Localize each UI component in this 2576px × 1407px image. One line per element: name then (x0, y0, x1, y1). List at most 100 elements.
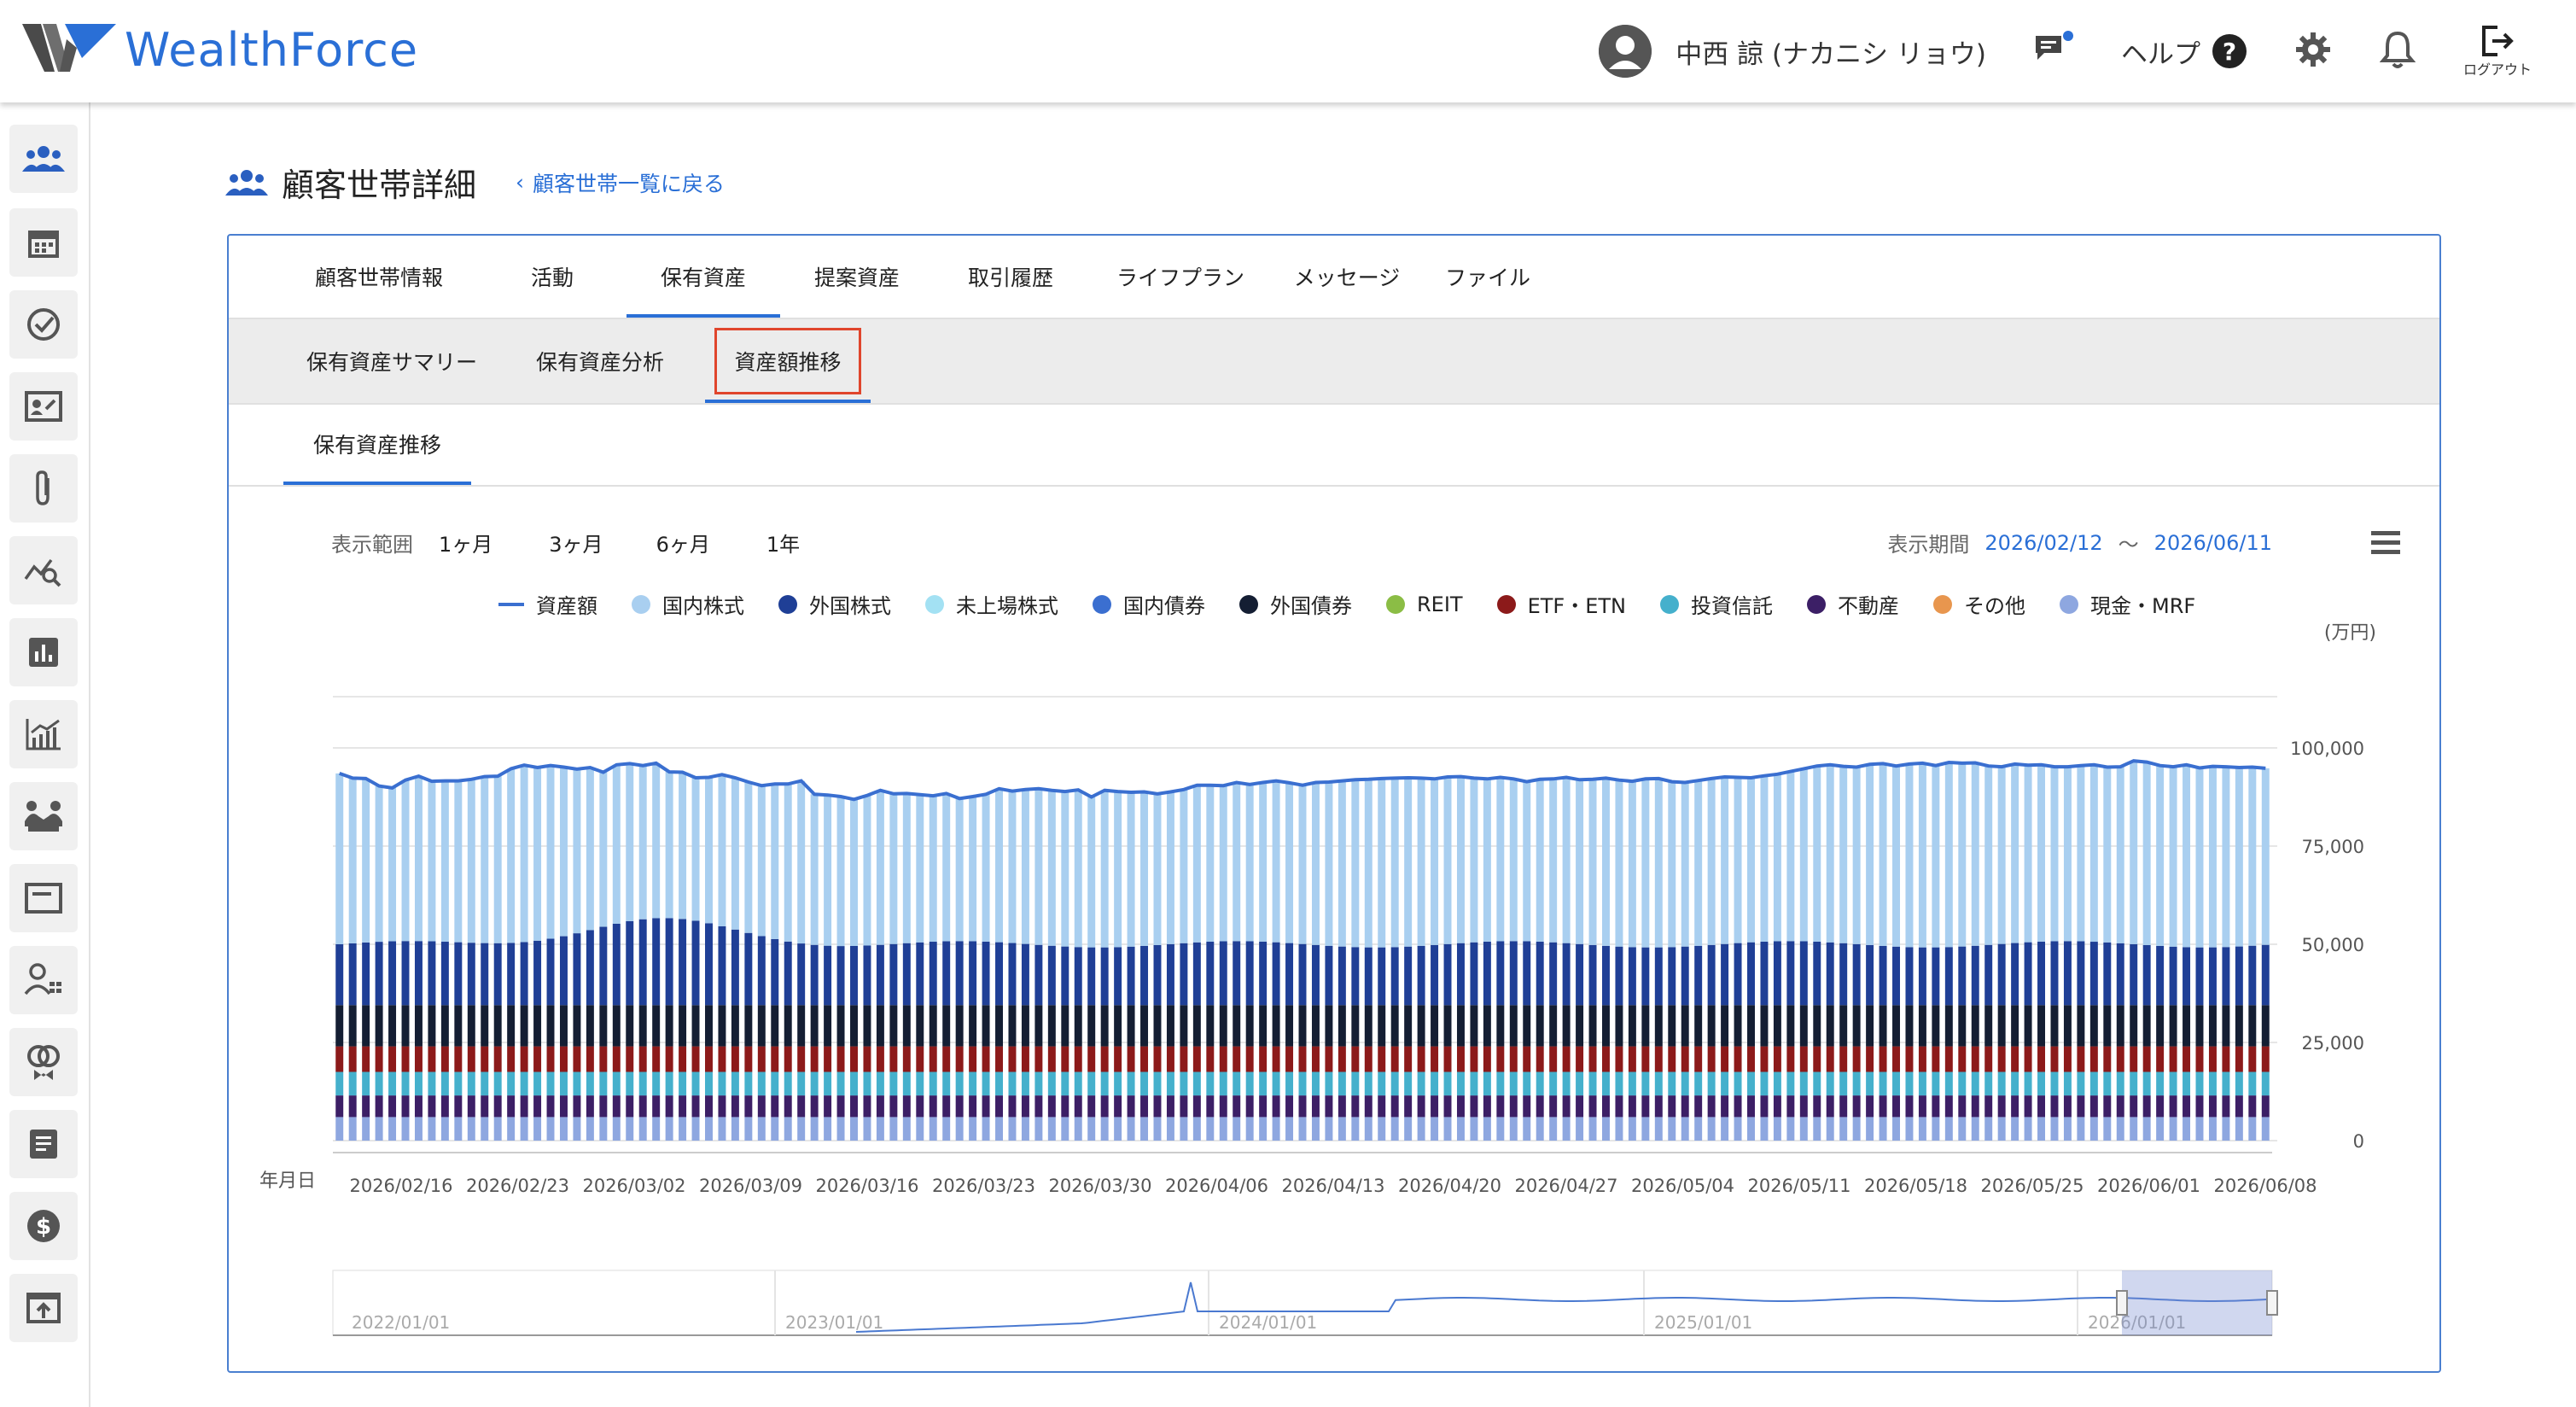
bar-segment-foreign-stock (2077, 941, 2085, 1006)
bar-segment-cash (1799, 1117, 1808, 1141)
bar-segment-foreign-stock (1311, 944, 1320, 1006)
bar-segment-foreign-bond (1866, 1005, 1874, 1047)
bar-segment-investment-trust (1826, 1071, 1834, 1096)
bar-segment-etf (2235, 1046, 2243, 1072)
bar-segment-domestic-stock (388, 787, 397, 942)
tab-files[interactable]: ファイル (1424, 236, 1552, 318)
bar-segment-investment-trust (481, 1071, 489, 1096)
bar-segment-real-estate (1602, 1095, 1610, 1118)
sidebar-item-tasks[interactable] (9, 290, 78, 359)
app-logo[interactable]: WealthForce (22, 19, 418, 80)
sidebar-item-reports[interactable] (9, 618, 78, 686)
back-to-list-link[interactable]: ‹ 顧客世帯一覧に戻る (516, 167, 725, 198)
sidebar-item-billing[interactable]: $ (9, 1192, 78, 1260)
bar-segment-cash (428, 1117, 436, 1141)
tab-holdings[interactable]: 保有資産 (627, 236, 780, 318)
bar-segment-foreign-stock (771, 938, 779, 1006)
tab-messages[interactable]: メッセージ (1279, 236, 1415, 318)
bar-segment-domestic-stock (1390, 778, 1399, 948)
bar-segment-foreign-stock (2130, 943, 2138, 1006)
bar-segment-cash (1034, 1117, 1043, 1141)
bar-segment-domestic-stock (2089, 764, 2098, 943)
bar-segment-domestic-stock (916, 794, 924, 943)
logout-button[interactable]: ログアウト (2463, 24, 2532, 79)
bar-segment-investment-trust (1272, 1071, 1280, 1096)
chat-icon[interactable] (2034, 31, 2073, 72)
bar-segment-foreign-bond (1562, 1005, 1571, 1047)
user-avatar-icon (1599, 25, 1652, 78)
bar-segment-etf (1852, 1046, 1861, 1072)
bar-segment-domestic-stock (1443, 777, 1452, 944)
gear-icon[interactable] (2294, 31, 2332, 72)
sidebar-item-users[interactable] (9, 946, 78, 1014)
bar-segment-foreign-bond (784, 1005, 792, 1047)
bar-segment-etf (797, 1046, 806, 1072)
bar-segment-domestic-stock (850, 799, 858, 946)
bar-segment-cash (1773, 1117, 1781, 1141)
bar-segment-foreign-stock (1536, 941, 1544, 1006)
bar-segment-etf (1997, 1046, 2006, 1072)
bar-segment-etf (1734, 1046, 1742, 1072)
bar-segment-domestic-stock (1799, 768, 1808, 942)
bar-segment-foreign-stock (1417, 945, 1425, 1006)
bar-segment-domestic-stock (955, 798, 964, 942)
bar-segment-domestic-stock (1087, 797, 1096, 948)
sidebar-item-meetings[interactable] (9, 782, 78, 850)
sidebar-item-attachments[interactable] (9, 454, 78, 523)
bar-segment-investment-trust (1879, 1071, 1887, 1096)
bar-segment-foreign-stock (428, 941, 436, 1006)
bar-segment-foreign-stock (982, 941, 990, 1006)
tab-asset-trend[interactable]: 資産額推移 (705, 319, 871, 403)
sidebar-item-calendar[interactable] (9, 208, 78, 277)
sidebar-item-documents[interactable] (9, 1110, 78, 1178)
bar-segment-cash (1721, 1117, 1729, 1141)
sidebar-item-households[interactable] (9, 125, 78, 193)
tab-household-info[interactable]: 顧客世帯情報 (302, 236, 456, 318)
sidebar-item-contacts[interactable] (9, 372, 78, 441)
tab-holdings-summary[interactable]: 保有資産サマリー (302, 319, 481, 403)
tab-holdings-analysis[interactable]: 保有資産分析 (527, 319, 673, 403)
bar-segment-cash (2248, 1117, 2257, 1141)
bar-segment-investment-trust (1034, 1071, 1043, 1096)
bar-segment-investment-trust (1958, 1071, 1967, 1096)
bar-segment-domestic-stock (2037, 764, 2046, 942)
sidebar-item-display[interactable] (9, 864, 78, 932)
tab-life-plan[interactable]: ライフプラン (1099, 236, 1262, 318)
bar-segment-etf (824, 1046, 832, 1072)
bar-segment-etf (493, 1046, 502, 1072)
sidebar-item-analysis[interactable] (9, 536, 78, 604)
rings-icon (27, 1045, 60, 1080)
sidebar-item-family[interactable] (9, 1028, 78, 1096)
bar-segment-cash (1694, 1117, 1703, 1141)
bar-segment-etf (599, 1046, 608, 1072)
bar-segment-etf (679, 1046, 687, 1072)
x-tick-label: 2026/04/27 (1514, 1176, 1617, 1196)
bar-segment-foreign-bond (1272, 1005, 1280, 1047)
tab-proposed-assets[interactable]: 提案資産 (789, 236, 925, 318)
sidebar-item-upload[interactable] (9, 1274, 78, 1342)
tab-activity[interactable]: 活動 (514, 236, 591, 318)
bar-segment-foreign-bond (1259, 1005, 1268, 1047)
bell-icon[interactable] (2379, 30, 2416, 73)
bar-segment-domestic-stock (797, 780, 806, 944)
bar-segment-investment-trust (757, 1071, 766, 1096)
bar-segment-foreign-stock (638, 919, 647, 1006)
user-menu[interactable]: 中西 諒 (ナカニシ リョウ) (1599, 25, 1986, 78)
bar-segment-investment-trust (1153, 1071, 1162, 1096)
help-button[interactable]: ヘルプ ? (2121, 32, 2247, 71)
bar-segment-cash (982, 1117, 990, 1141)
bar-segment-real-estate (2248, 1095, 2257, 1118)
bar-segment-etf (533, 1046, 542, 1072)
bar-segment-investment-trust (1747, 1071, 1755, 1096)
bar-segment-foreign-stock (1378, 947, 1386, 1006)
bar-segment-etf (1180, 1046, 1188, 1072)
bar-segment-etf (1681, 1046, 1689, 1072)
bar-segment-foreign-bond (679, 1005, 687, 1047)
bar-segment-cash (520, 1117, 528, 1141)
bar-segment-foreign-bond (612, 1005, 621, 1047)
sidebar-item-growth[interactable] (9, 700, 78, 768)
bar-segment-etf (362, 1046, 370, 1072)
check-circle-icon (27, 308, 60, 341)
meeting-icon (25, 801, 62, 832)
tab-transactions[interactable]: 取引履歴 (942, 236, 1079, 318)
